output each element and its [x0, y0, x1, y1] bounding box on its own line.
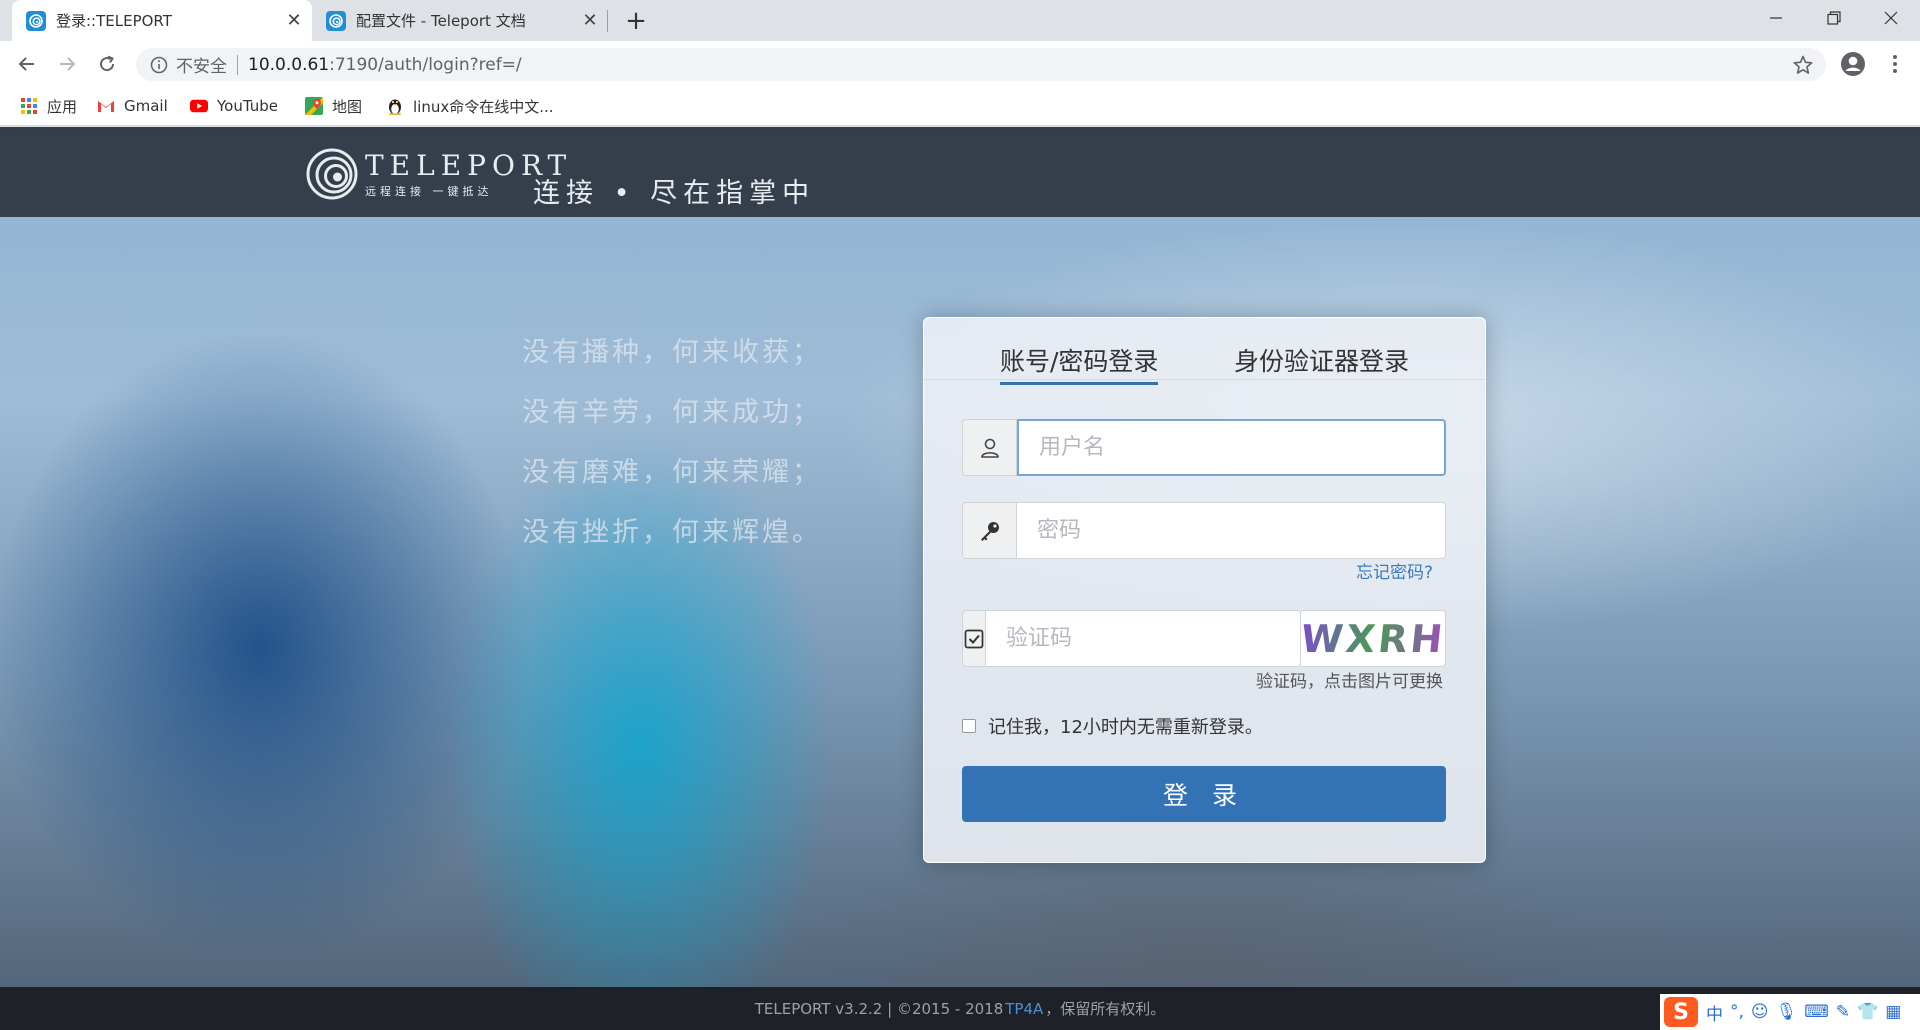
footer-tp4a-link[interactable]: TP4A — [1005, 1000, 1043, 1018]
captcha-text: WXRH — [1298, 616, 1448, 661]
teleport-login-page: TELEPORT 远程连接 一键抵达 连接 • 尽在指掌中 没有播种，何来收获；… — [0, 127, 1920, 1030]
page-footer: TELEPORT v3.2.2 | ©2015 - 2018 TP4A ，保留所… — [0, 987, 1920, 1030]
tab-password-login[interactable]: 账号/密码登录 — [1000, 342, 1159, 385]
shirt-icon[interactable]: 👕 — [1857, 1002, 1878, 1022]
bookmark-linux-commands[interactable]: linux命令在线中文... — [386, 94, 554, 118]
url-text: 10.0.0.61:7190/auth/login?ref=/ — [248, 55, 522, 75]
ime-language-toggle[interactable]: 中 — [1706, 1000, 1723, 1025]
captcha-image[interactable]: WXRH — [1298, 610, 1448, 667]
bookmark-gmail[interactable]: Gmail — [97, 94, 168, 118]
teleport-favicon-icon — [326, 10, 346, 31]
teleport-favicon-icon — [26, 10, 46, 31]
poem-line: 没有辛劳，何来成功； — [522, 397, 822, 428]
bookmark-label: 地图 — [332, 97, 363, 116]
youtube-icon — [190, 97, 208, 115]
tab-login[interactable]: 登录::TELEPORT ✕ — [12, 0, 312, 41]
key-icon — [980, 521, 999, 541]
skin-icon[interactable]: ✎ — [1836, 1002, 1850, 1022]
username-input[interactable] — [1017, 419, 1446, 476]
site-header: TELEPORT 远程连接 一键抵达 连接 • 尽在指掌中 — [0, 127, 1920, 217]
arrow-left-icon — [18, 57, 34, 71]
penguin-icon — [386, 97, 404, 115]
restore-icon — [1827, 11, 1841, 25]
captcha-field-group: WXRH — [962, 610, 1448, 667]
reload-button[interactable] — [92, 49, 122, 79]
forgot-password-link[interactable]: 忘记密码? — [1356, 558, 1433, 583]
url-path: :7190/auth/login?ref=/ — [329, 54, 522, 75]
bookmark-maps[interactable]: 地图 — [305, 94, 362, 118]
tab-title: 登录::TELEPORT — [56, 12, 172, 30]
minimize-window-button[interactable] — [1747, 0, 1805, 36]
security-status-label: 不安全 — [176, 57, 227, 77]
footer-rights: ，保留所有权利。 — [1045, 1000, 1166, 1018]
username-field-group — [962, 419, 1446, 476]
captcha-input[interactable] — [986, 610, 1301, 667]
bookmark-apps[interactable]: 应用 — [20, 94, 77, 118]
password-input[interactable] — [1017, 502, 1446, 559]
login-method-tabs: 账号/密码登录 身份验证器登录 — [924, 318, 1485, 385]
poem-line: 没有磨难，何来荣耀； — [522, 457, 822, 488]
bookmark-youtube[interactable]: YouTube — [190, 94, 278, 118]
tab-separator — [607, 10, 608, 32]
login-button[interactable]: 登 录 — [962, 766, 1446, 822]
close-window-button[interactable] — [1862, 0, 1920, 36]
tab-docs[interactable]: 配置文件 - Teleport 文档 ✕ — [312, 0, 608, 41]
microphone-icon[interactable]: 🎙 — [1776, 1002, 1798, 1022]
poem-line: 没有播种，何来收获； — [522, 337, 822, 368]
bookmarks-bar: 应用 Gmail YouTube 地图 linux命令在线中文... — [0, 86, 1920, 126]
back-button[interactable] — [12, 49, 42, 79]
reload-icon — [100, 55, 115, 72]
bookmark-label: YouTube — [217, 97, 278, 115]
password-field-group — [962, 502, 1446, 559]
new-tab-button[interactable]: + — [622, 8, 650, 36]
gmail-icon — [97, 97, 115, 115]
emoji-icon[interactable]: ☺ — [1751, 1002, 1769, 1022]
browser-menu-button[interactable] — [1880, 49, 1910, 79]
remember-me-checkbox[interactable] — [962, 719, 976, 733]
close-tab-icon[interactable]: ✕ — [580, 10, 600, 31]
more-vertical-icon — [1893, 55, 1897, 73]
motto-poem: 没有播种，何来收获； 没有辛劳，何来成功； 没有磨难，何来荣耀； 没有挫折，何来… — [522, 323, 822, 563]
header-slogan: 连接 • 尽在指掌中 — [533, 178, 816, 209]
close-icon — [1884, 11, 1898, 25]
punctuation-icon[interactable]: °, — [1730, 1002, 1744, 1022]
bookmark-label: linux命令在线中文... — [413, 97, 554, 116]
maps-icon — [305, 97, 323, 115]
profile-button[interactable] — [1838, 49, 1868, 79]
captcha-addon — [962, 610, 986, 667]
teleport-logo-icon — [306, 148, 358, 200]
bookmark-star-icon[interactable] — [1792, 54, 1814, 76]
checkbox-check-icon — [964, 629, 984, 648]
ime-toolbar: S 中 °, ☺ 🎙 ⌨ ✎ 👕 ▦ — [1660, 994, 1920, 1030]
password-addon — [962, 502, 1017, 559]
minimize-icon — [1770, 17, 1782, 19]
forward-button[interactable] — [52, 49, 82, 79]
login-card: 账号/密码登录 身份验证器登录 忘记密码? WXRH 验证码，点击图 — [923, 317, 1486, 863]
poem-line: 没有挫折，何来辉煌。 — [522, 517, 822, 548]
browser-toolbar: 不安全 10.0.0.61:7190/auth/login?ref=/ — [0, 41, 1920, 86]
sogou-logo-icon[interactable]: S — [1664, 997, 1698, 1027]
captcha-hint: 验证码，点击图片可更换 — [1256, 672, 1443, 692]
omnibox-divider — [237, 54, 238, 75]
restore-window-button[interactable] — [1805, 0, 1863, 36]
remember-me-label[interactable]: 记住我，12小时内无需重新登录。 — [988, 713, 1263, 739]
user-icon — [980, 438, 999, 458]
browser-tab-strip: 登录::TELEPORT ✕ 配置文件 - Teleport 文档 ✕ + — [0, 0, 1920, 41]
footer-copyright: TELEPORT v3.2.2 | ©2015 - 2018 — [754, 999, 1004, 1018]
close-tab-icon[interactable]: ✕ — [284, 10, 304, 31]
bookmark-label: 应用 — [47, 97, 78, 116]
toolbox-icon[interactable]: ▦ — [1885, 1002, 1901, 1022]
info-icon[interactable] — [150, 56, 168, 74]
arrow-right-icon — [60, 57, 76, 71]
username-addon — [962, 419, 1017, 476]
tab-title: 配置文件 - Teleport 文档 — [356, 12, 526, 30]
address-bar[interactable]: 不安全 10.0.0.61:7190/auth/login?ref=/ — [136, 48, 1826, 81]
account-icon — [1841, 52, 1865, 76]
keyboard-icon[interactable]: ⌨ — [1804, 1002, 1829, 1022]
bookmark-label: Gmail — [124, 97, 168, 115]
remember-me: 记住我，12小时内无需重新登录。 — [962, 713, 1263, 739]
apps-grid-icon — [20, 97, 38, 115]
url-host: 10.0.0.61 — [248, 54, 330, 75]
tab-authenticator-login[interactable]: 身份验证器登录 — [1234, 342, 1409, 382]
